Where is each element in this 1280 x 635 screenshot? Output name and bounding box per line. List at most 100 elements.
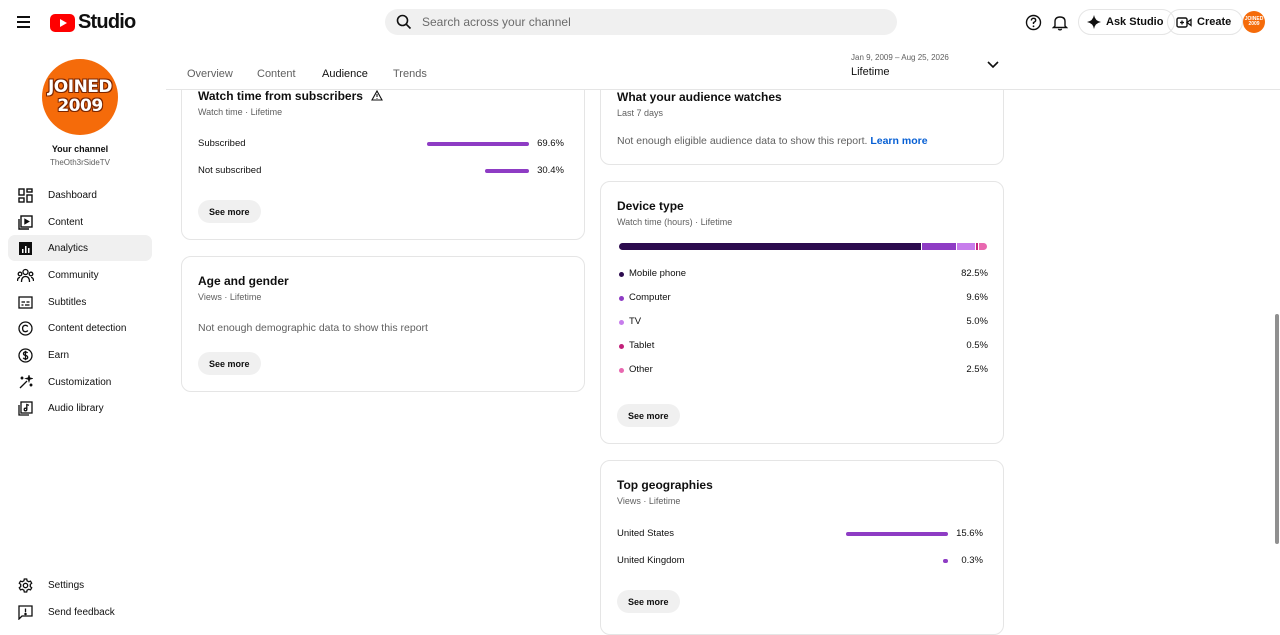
dollar-icon bbox=[16, 346, 34, 364]
no-data-text: Not enough eligible audience data to sho… bbox=[617, 135, 868, 147]
see-more-button[interactable]: See more bbox=[617, 590, 680, 613]
legend-dot bbox=[619, 320, 624, 325]
studio-logo[interactable]: Studio bbox=[50, 11, 136, 34]
row-value-not-subscribed: 30.4% bbox=[537, 165, 564, 176]
sidebar-item-label: Content detection bbox=[48, 322, 127, 334]
subtitles-icon bbox=[16, 293, 34, 311]
account-avatar[interactable]: JOINED 2009 bbox=[1243, 11, 1265, 33]
logo-text: Studio bbox=[78, 11, 136, 33]
device-label: TV bbox=[629, 316, 642, 327]
sidebar-item-label: Dashboard bbox=[48, 189, 97, 201]
sidebar-item-dashboard[interactable]: Dashboard bbox=[8, 182, 152, 208]
tab-trends[interactable]: Trends bbox=[393, 68, 427, 80]
learn-more-link[interactable]: Learn more bbox=[870, 135, 927, 147]
device-value: 2.5% bbox=[966, 364, 988, 375]
feedback-icon bbox=[16, 603, 34, 621]
audio-library-icon bbox=[16, 399, 34, 417]
device-value: 0.5% bbox=[966, 340, 988, 351]
gear-icon bbox=[16, 576, 34, 594]
sidebar-item-label: Content bbox=[48, 216, 84, 228]
sidebar-item-label: Customization bbox=[48, 376, 112, 388]
tab-content[interactable]: Content bbox=[257, 68, 296, 80]
channel-avatar[interactable]: JOINED 2009 bbox=[42, 59, 118, 135]
sidebar-item-content-detection[interactable]: Content detection bbox=[8, 315, 152, 341]
tab-overview[interactable]: Overview bbox=[187, 68, 233, 80]
see-more-button[interactable]: See more bbox=[617, 404, 680, 427]
subscribed-bar bbox=[427, 142, 529, 146]
search-icon bbox=[396, 14, 412, 30]
see-more-button[interactable]: See more bbox=[198, 352, 261, 375]
watch-time-subscribers-card: Watch time from subscribers Watch time ·… bbox=[181, 70, 585, 240]
card-title: Top geographies bbox=[617, 478, 713, 492]
channel-name: TheOth3rSideTV bbox=[49, 158, 111, 167]
no-data-message: Not enough demographic data to show this… bbox=[198, 322, 428, 334]
notifications-bell-icon[interactable] bbox=[1049, 11, 1071, 33]
sidebar-item-settings[interactable]: Settings bbox=[8, 572, 152, 598]
magic-wand-icon bbox=[16, 373, 34, 391]
device-bar-segment bbox=[975, 243, 978, 250]
page-scrollbar[interactable] bbox=[1275, 314, 1279, 544]
analytics-tabs-bar: Overview Content Audience Trends Jan 9, … bbox=[166, 44, 1280, 90]
sidebar-item-customization[interactable]: Customization bbox=[8, 369, 152, 395]
search-input[interactable] bbox=[422, 15, 862, 29]
device-stacked-bar bbox=[619, 243, 987, 250]
geo-label: United Kingdom bbox=[617, 555, 685, 566]
sidebar-item-label: Audio library bbox=[48, 402, 104, 414]
device-label: Other bbox=[629, 364, 653, 375]
row-value-subscribed: 69.6% bbox=[537, 138, 564, 149]
create-label: Create bbox=[1197, 16, 1232, 28]
sidebar-item-analytics[interactable]: Analytics bbox=[8, 235, 152, 261]
community-icon bbox=[16, 266, 34, 284]
search-bar[interactable] bbox=[385, 9, 897, 35]
device-label: Mobile phone bbox=[629, 268, 687, 279]
help-icon[interactable] bbox=[1022, 11, 1044, 33]
device-label: Tablet bbox=[629, 340, 655, 351]
device-bar-segment bbox=[922, 243, 957, 250]
menu-icon[interactable] bbox=[14, 11, 36, 33]
no-data-message: Not enough eligible audience data to sho… bbox=[617, 135, 928, 147]
device-label: Computer bbox=[629, 292, 671, 303]
device-bar-segment bbox=[957, 243, 975, 250]
card-title-text: Watch time from subscribers bbox=[198, 89, 363, 103]
card-subtitle: Last 7 days bbox=[617, 108, 664, 118]
warning-icon[interactable] bbox=[371, 89, 384, 101]
create-button[interactable]: Create bbox=[1167, 9, 1244, 35]
age-gender-card: Age and gender Views · Lifetime Not enou… bbox=[181, 256, 585, 392]
date-range-picker[interactable]: Jan 9, 2009 – Aug 25, 2026 Lifetime bbox=[851, 53, 1011, 83]
legend-dot bbox=[619, 344, 624, 349]
legend-dot bbox=[619, 368, 624, 373]
sidebar-item-subtitles[interactable]: Subtitles bbox=[8, 289, 152, 315]
top-geographies-card: Top geographies Views · Lifetime United … bbox=[600, 460, 1004, 635]
copyright-icon bbox=[16, 319, 34, 337]
sidebar-item-audio-library[interactable]: Audio library bbox=[8, 395, 152, 421]
content-icon bbox=[16, 213, 34, 231]
create-video-icon bbox=[1176, 16, 1192, 28]
card-subtitle: Watch time · Lifetime bbox=[198, 107, 283, 117]
geo-bar bbox=[846, 532, 948, 536]
dashboard-icon bbox=[16, 186, 34, 204]
sidebar-item-community[interactable]: Community bbox=[8, 262, 152, 288]
sidebar-item-send-feedback[interactable]: Send feedback bbox=[8, 599, 152, 625]
card-subtitle: Watch time (hours) · Lifetime bbox=[617, 217, 733, 227]
sidebar-item-label: Subtitles bbox=[48, 296, 87, 308]
geo-label: United States bbox=[617, 528, 675, 539]
card-subtitle: Views · Lifetime bbox=[617, 496, 681, 506]
avatar-line-2: 2009 bbox=[57, 96, 103, 116]
device-bar-segment bbox=[978, 243, 987, 250]
sidebar-item-label: Community bbox=[48, 269, 99, 281]
sidebar-item-earn[interactable]: Earn bbox=[8, 342, 152, 368]
device-type-card: Device type Watch time (hours) · Lifetim… bbox=[600, 181, 1004, 444]
sidebar: JOINED 2009 Your channel TheOth3rSideTV … bbox=[0, 44, 166, 627]
not-subscribed-bar bbox=[484, 169, 529, 173]
tab-audience[interactable]: Audience bbox=[322, 68, 368, 80]
top-bar: Studio Ask Studio Create JOINED 2009 bbox=[0, 0, 1280, 44]
device-bar-segment bbox=[619, 243, 922, 250]
your-channel-label: Your channel bbox=[51, 144, 109, 154]
ask-studio-label: Ask Studio bbox=[1106, 16, 1164, 28]
ask-studio-button[interactable]: Ask Studio bbox=[1078, 9, 1176, 35]
see-more-button[interactable]: See more bbox=[198, 200, 261, 223]
youtube-logo-icon bbox=[50, 13, 75, 32]
legend-dot bbox=[619, 272, 624, 277]
sidebar-item-content[interactable]: Content bbox=[8, 209, 152, 235]
row-label-subscribed: Subscribed bbox=[198, 138, 246, 149]
